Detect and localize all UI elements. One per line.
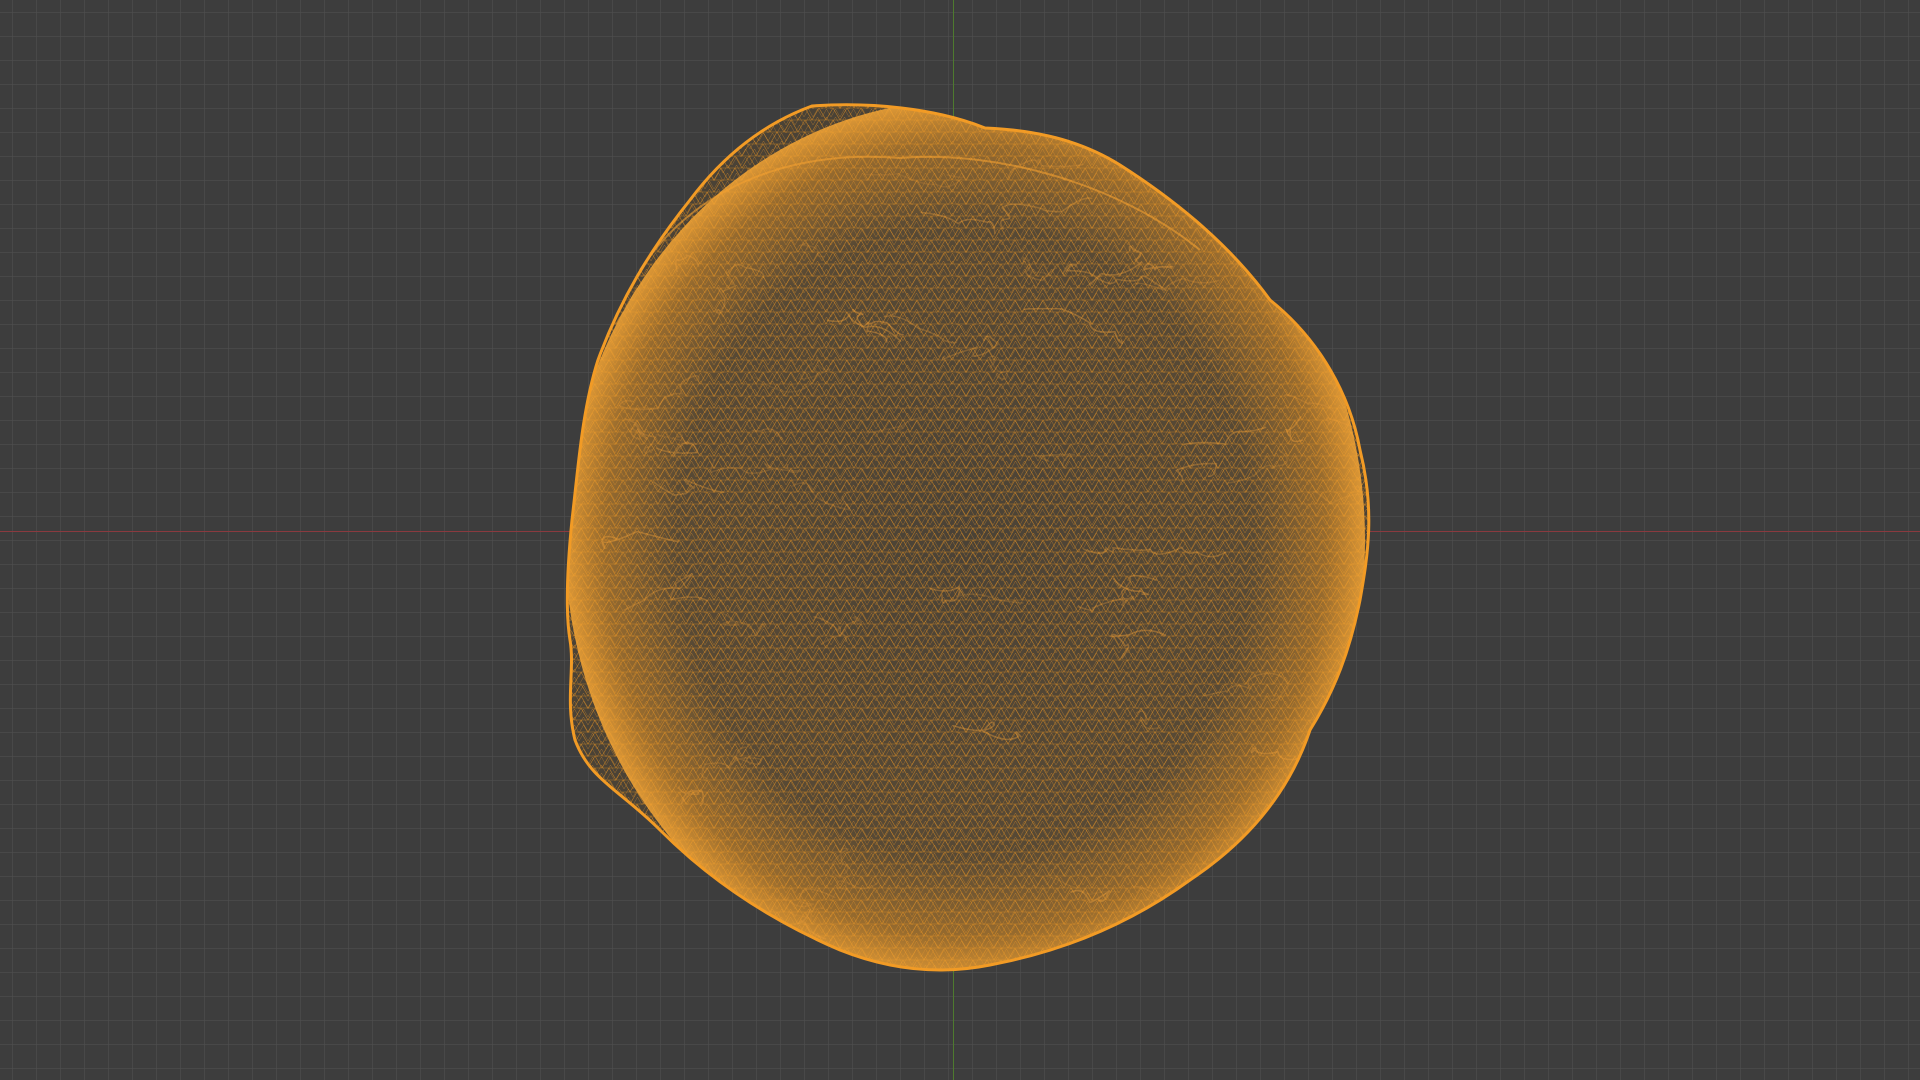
ridge-line [1285, 216, 1369, 231]
ridge-line [1194, 914, 1272, 938]
ridge-line [1310, 169, 1345, 191]
wireframe-mesh-object[interactable] [0, 0, 1920, 1080]
mesh-interior [567, 104, 1369, 971]
3d-viewport[interactable] [0, 0, 1920, 1080]
ridge-line [1289, 910, 1347, 937]
ridge-line [1268, 142, 1325, 171]
